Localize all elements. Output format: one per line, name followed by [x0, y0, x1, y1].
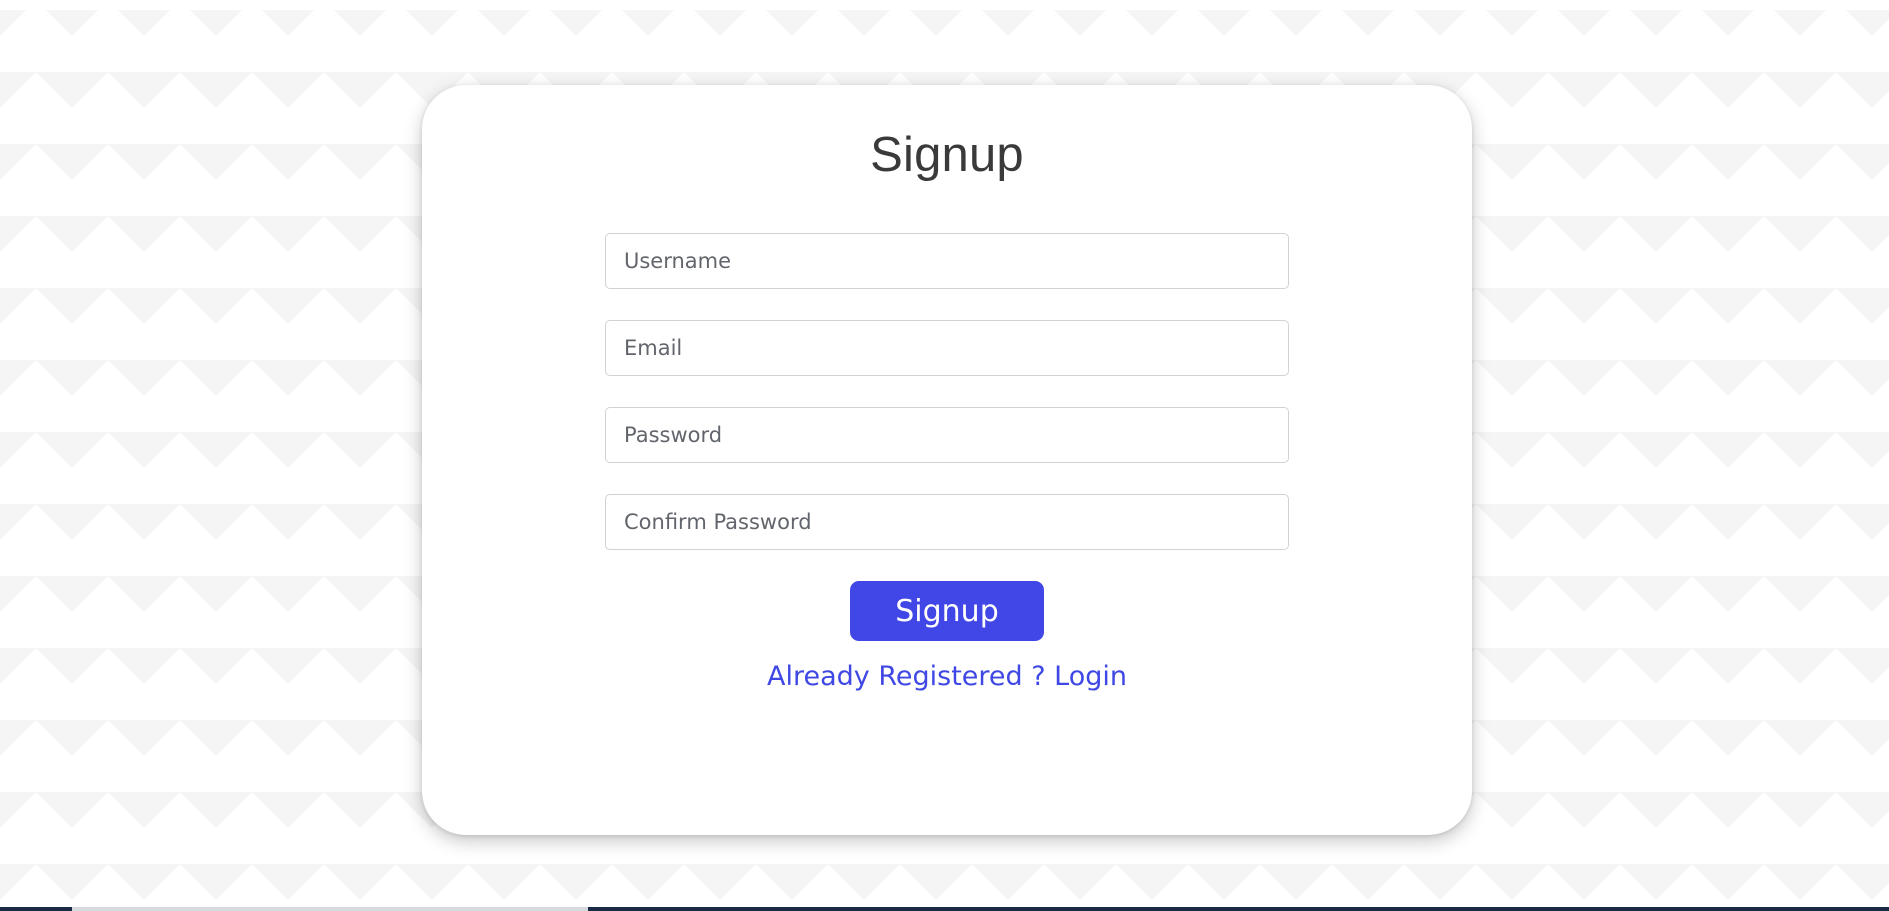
login-link[interactable]: Already Registered ? Login	[422, 661, 1472, 692]
bottom-bar	[0, 907, 1889, 911]
bottom-bar-segment	[72, 907, 588, 911]
top-strip	[0, 0, 1889, 10]
email-input[interactable]	[605, 320, 1289, 376]
password-input[interactable]	[605, 407, 1289, 463]
signup-card: Signup Signup Already Registered ? Login	[422, 85, 1472, 835]
username-input[interactable]	[605, 233, 1289, 289]
confirm-password-input[interactable]	[605, 494, 1289, 550]
page-title: Signup	[870, 128, 1024, 182]
signup-button[interactable]: Signup	[850, 581, 1044, 641]
